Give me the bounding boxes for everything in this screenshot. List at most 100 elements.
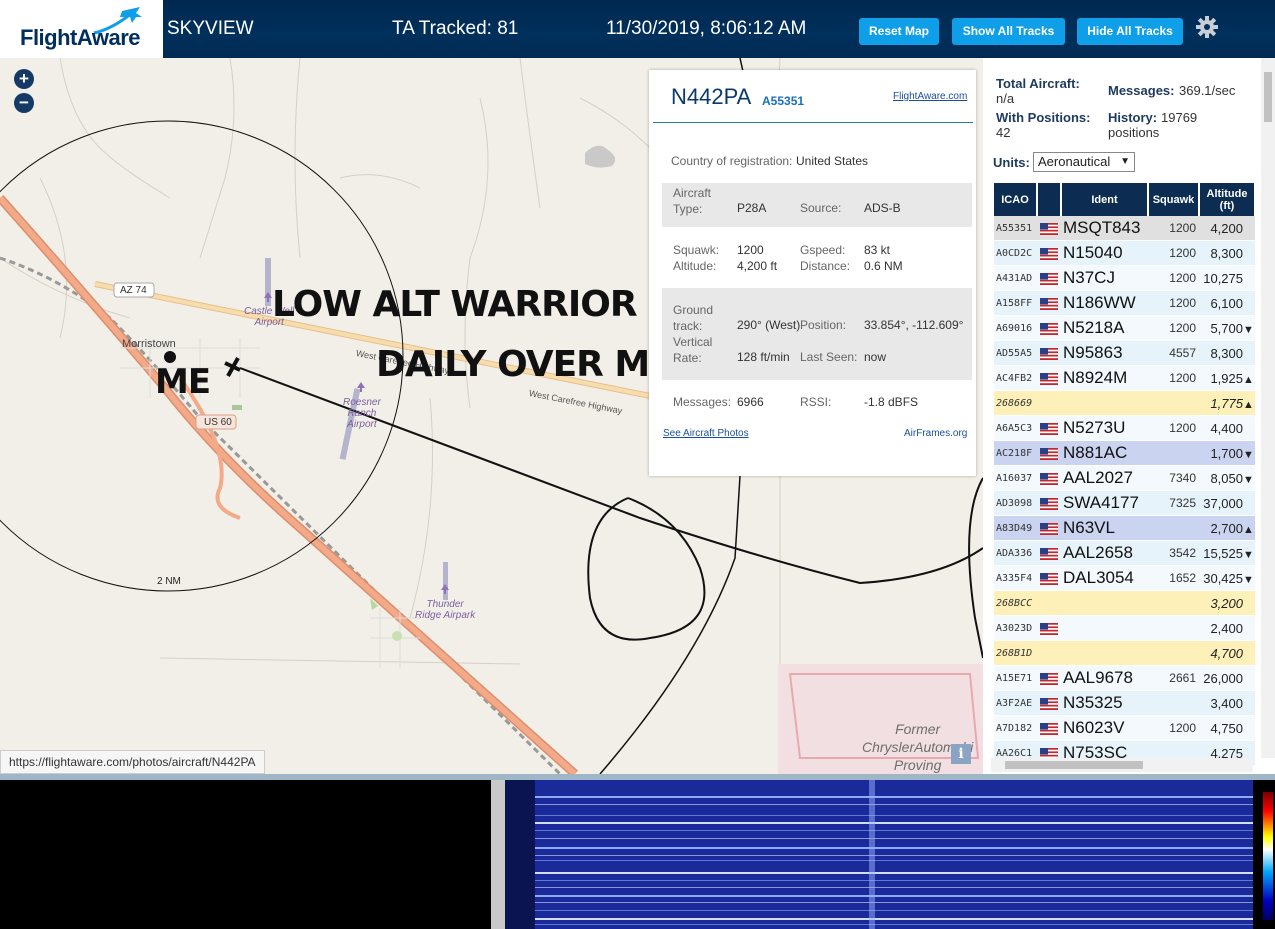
altitude-value: 10,275 xyxy=(1203,270,1243,286)
column-header-squawk[interactable]: Squawk xyxy=(1148,183,1200,216)
source-value: ADS-B xyxy=(864,201,901,215)
table-row[interactable]: AD3098 SWA4177 7325 37,000 xyxy=(994,490,1255,516)
column-header-flag[interactable] xyxy=(1037,183,1062,216)
scrollbar-thumb[interactable] xyxy=(1264,72,1272,122)
airport-label-thunder-ridge: Thunder Ridge Airpark xyxy=(415,599,476,621)
cell-flag xyxy=(1037,540,1061,566)
cell-altitude: 37,000 xyxy=(1199,490,1255,516)
column-header-icao[interactable]: ICAO xyxy=(994,183,1038,216)
scrollbar-thumb-horizontal[interactable] xyxy=(1005,761,1143,769)
column-header-ident[interactable]: Ident xyxy=(1061,183,1149,216)
cell-squawk: 1200 xyxy=(1148,365,1199,391)
us-flag-icon xyxy=(1040,723,1058,736)
table-row[interactable]: A15E71 AAL9678 2661 26,000 xyxy=(994,665,1255,691)
cell-icao: A158FF xyxy=(994,290,1037,316)
altitude-value: 4,700 xyxy=(1210,645,1243,661)
top-header-bar: FlightAware SKYVIEW TA Tracked: 81 11/30… xyxy=(0,0,1275,58)
table-row[interactable]: AC218F N881AC 1,700▼ xyxy=(994,440,1255,466)
ground-track-label: Ground track: xyxy=(673,303,714,333)
gspeed-label: Gspeed: xyxy=(800,243,846,257)
gear-icon[interactable] xyxy=(1195,15,1219,39)
cell-icao: A0CD2C xyxy=(994,240,1037,266)
cell-squawk: 2661 xyxy=(1148,665,1199,691)
reset-map-button[interactable]: Reset Map xyxy=(859,18,939,45)
us-flag-icon xyxy=(1040,273,1058,286)
table-row[interactable]: AD55A5 N95863 4557 8,300 xyxy=(994,340,1255,366)
cell-squawk: 7340 xyxy=(1148,465,1199,491)
vertical-rate-value: 128 ft/min xyxy=(737,350,790,364)
altitude-value: 26,000 xyxy=(1203,670,1243,686)
table-row[interactable]: A69016 N5218A 1200 5,700▼ xyxy=(994,315,1255,341)
cell-flag xyxy=(1037,515,1061,541)
table-row[interactable]: ADA336 AAL2658 3542 15,525▼ xyxy=(994,540,1255,566)
us-flag-icon xyxy=(1040,548,1058,561)
cell-icao: ADA336 xyxy=(994,540,1037,566)
us-flag-icon xyxy=(1040,448,1058,461)
distance-label: Distance: xyxy=(800,259,851,273)
cell-icao: A6A5C3 xyxy=(994,415,1037,441)
altitude-trend-icon: ▼ xyxy=(1243,473,1254,486)
horizontal-scrollbar[interactable] xyxy=(991,758,1253,772)
units-select[interactable]: Aeronautical ▼ xyxy=(1033,152,1135,172)
table-row[interactable]: A55351 MSQT843 1200 4,200 xyxy=(994,216,1255,241)
us-flag-icon xyxy=(1040,698,1058,711)
zoom-in-button[interactable]: + xyxy=(14,69,34,89)
cell-ident xyxy=(1061,615,1148,641)
ground-track-value: 290° (West) xyxy=(737,318,801,332)
cell-flag xyxy=(1037,690,1061,716)
cell-icao: A16037 xyxy=(994,465,1037,491)
table-row[interactable]: 268BCC 3,200 xyxy=(994,590,1255,616)
table-row[interactable]: A431AD N37CJ 1200 10,275 xyxy=(994,265,1255,291)
table-row[interactable]: A158FF N186WW 1200 6,100 xyxy=(994,290,1255,316)
units-label: Units: xyxy=(993,155,1030,170)
altitude-value: 2,400 xyxy=(1210,620,1243,636)
table-row[interactable]: 268669 1,775▲ xyxy=(994,390,1255,416)
table-row[interactable]: A3F2AE N35325 3,400 xyxy=(994,690,1255,716)
us-flag-icon xyxy=(1040,473,1058,486)
altitude-trend-icon: ▲ xyxy=(1243,523,1254,536)
status-bar-url: https://flightaware.com/photos/aircraft/… xyxy=(0,750,265,774)
map-info-button[interactable]: i xyxy=(951,744,971,764)
cell-icao: 268669 xyxy=(994,390,1037,416)
table-row[interactable]: A16037 AAL2027 7340 8,050▼ xyxy=(994,465,1255,491)
last-seen-value: now xyxy=(864,350,887,364)
altitude-value: 8,300 xyxy=(1210,245,1243,261)
cell-flag xyxy=(1037,665,1061,691)
table-row[interactable]: 268B1D 4,700 xyxy=(994,640,1255,666)
cell-flag xyxy=(1037,615,1061,641)
show-all-tracks-button[interactable]: Show All Tracks xyxy=(952,18,1065,45)
table-row[interactable]: A3023D 2,400 xyxy=(994,615,1255,641)
total-aircraft-label: Total Aircraft: xyxy=(996,76,1080,91)
cell-ident: N5218A xyxy=(1061,315,1148,341)
aircraft-type-value: P28A xyxy=(737,201,767,215)
vertical-scrollbar[interactable] xyxy=(1261,58,1275,758)
waterfall-display xyxy=(505,780,1253,929)
flightaware-logo[interactable]: FlightAware xyxy=(0,0,163,58)
history-unit: positions xyxy=(1108,125,1160,140)
cell-altitude: 4,400 xyxy=(1199,415,1255,441)
cell-ident: DAL3054 xyxy=(1061,565,1148,591)
cell-squawk: 1200 xyxy=(1148,415,1199,441)
waterfall-scroll-bar[interactable] xyxy=(491,780,505,929)
annotation-low-alt-warrior: LOW ALT WARRIOR xyxy=(272,284,638,325)
altitude-value: 4,200 xyxy=(1210,220,1243,236)
cell-squawk: 1200 xyxy=(1148,216,1199,241)
hide-all-tracks-button[interactable]: Hide All Tracks xyxy=(1077,18,1183,45)
table-row[interactable]: A7D182 N6023V 1200 4,750 xyxy=(994,715,1255,741)
table-row[interactable]: A83D49 N63VL 2,700▲ xyxy=(994,515,1255,541)
table-row[interactable]: A335F4 DAL3054 1652 30,425▼ xyxy=(994,565,1255,591)
table-row[interactable]: A6A5C3 N5273U 1200 4,400 xyxy=(994,415,1255,441)
table-row[interactable]: A0CD2C N15040 1200 8,300 xyxy=(994,240,1255,266)
cell-flag xyxy=(1037,490,1061,516)
gspeed-value: 83 kt xyxy=(864,243,891,257)
zoom-out-button[interactable]: − xyxy=(14,93,34,113)
column-header-altitude[interactable]: Altitude (ft) xyxy=(1199,183,1256,216)
table-row[interactable]: AC4FB2 N8924M 1200 1,925▲ xyxy=(994,365,1255,391)
cell-altitude: 4,700 xyxy=(1199,640,1255,666)
flightaware-link[interactable]: FlightAware.com xyxy=(893,91,967,102)
altitude-value: 30,425 xyxy=(1203,570,1243,586)
cell-flag xyxy=(1037,365,1061,391)
see-aircraft-photos-link[interactable]: See Aircraft Photos xyxy=(663,428,749,439)
messages-rate-value: 369.1/sec xyxy=(1179,83,1236,98)
airframes-link[interactable]: AirFrames.org xyxy=(904,428,967,439)
